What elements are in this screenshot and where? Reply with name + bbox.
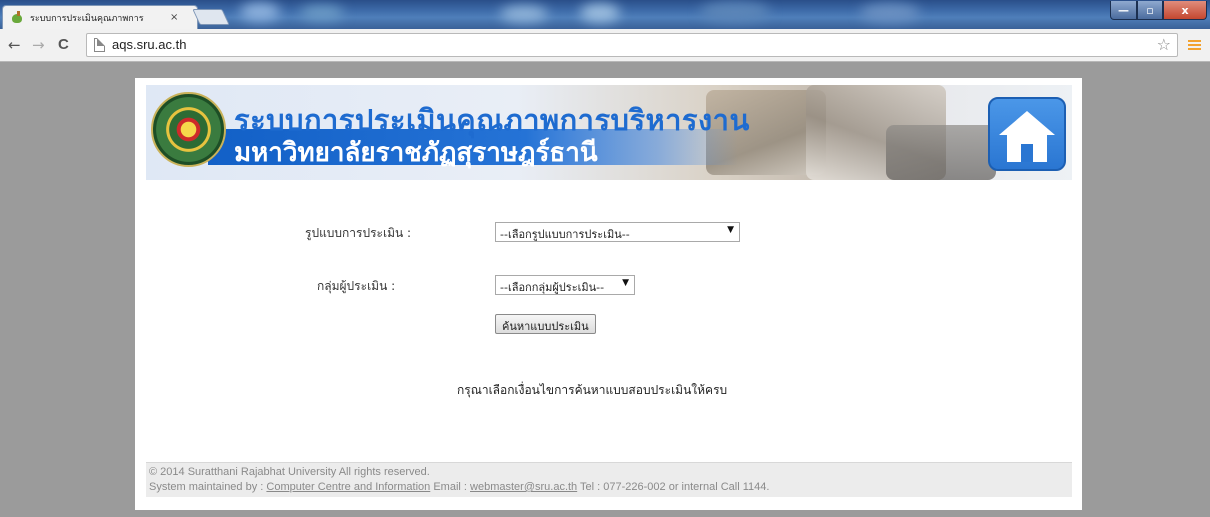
page-footer: © 2014 Suratthani Rajabhat University Al…: [146, 462, 1072, 497]
address-bar[interactable]: aqs.sru.ac.th ☆: [86, 33, 1178, 57]
titlebar-decoration: [240, 3, 280, 21]
tab-title: ระบบการประเมินคุณภาพการ: [30, 13, 144, 24]
email-label: Email :: [433, 481, 467, 493]
page-icon: [94, 38, 105, 52]
window-title-bar: ระบบการประเมินคุณภาพการ × — ▫ x: [0, 0, 1210, 29]
tab-close-icon[interactable]: ×: [170, 12, 178, 23]
forward-arrow-icon[interactable]: →: [32, 36, 45, 54]
maintained-by-label: System maintained by :: [149, 481, 264, 493]
copyright-text: © 2014 Suratthani Rajabhat University Al…: [149, 466, 430, 478]
maintainer-line: System maintained by : Computer Centre a…: [149, 480, 1069, 495]
home-icon: [999, 111, 1055, 135]
back-arrow-icon[interactable]: ←: [8, 36, 21, 54]
evaluator-group-value: --เลือกกลุ่มผู้ประเมิน--: [500, 281, 605, 294]
window-maximize-button[interactable]: ▫: [1137, 1, 1163, 20]
page-container: ระบบการประเมินคุณภาพการบริหารงาน มหาวิทย…: [135, 78, 1082, 510]
window-close-button[interactable]: x: [1163, 1, 1207, 20]
titlebar-decoration: [500, 6, 548, 22]
browser-menu-icon[interactable]: [1188, 40, 1201, 51]
evaluator-group-label: กลุ่มผู้ประเมิน :: [317, 279, 396, 293]
computer-centre-link[interactable]: Computer Centre and Information: [266, 481, 430, 493]
titlebar-decoration: [580, 4, 620, 22]
contact-text: Tel : 077-226-002 or internal Call 1144.: [580, 481, 770, 493]
titlebar-decoration: [300, 6, 344, 20]
evaluation-type-value: --เลือกรูปแบบการประเมิน--: [500, 228, 630, 241]
url-text[interactable]: aqs.sru.ac.th: [112, 37, 186, 52]
header-banner: ระบบการประเมินคุณภาพการบริหารงาน มหาวิทย…: [146, 85, 1072, 180]
titlebar-decoration: [700, 2, 770, 22]
bookmark-star-icon[interactable]: ☆: [1157, 35, 1171, 54]
banner-subtitle: มหาวิทยาลัยราชภัฏสุราษฎร์ธานี: [234, 138, 598, 168]
evaluation-type-select[interactable]: --เลือกรูปแบบการประเมิน-- ▼: [495, 222, 740, 242]
browser-tab[interactable]: ระบบการประเมินคุณภาพการ ×: [2, 5, 198, 29]
university-seal-logo: [151, 92, 226, 167]
evaluation-type-label: รูปแบบการประเมิน :: [305, 226, 412, 240]
home-button[interactable]: [988, 97, 1066, 171]
dropdown-arrow-icon: ▼: [727, 225, 734, 235]
webmaster-email-link[interactable]: webmaster@sru.ac.th: [470, 481, 577, 493]
search-notice: กรุณาเลือกเงื่อนไขการค้นหาแบบสอบประเมินใ…: [457, 383, 728, 397]
browser-toolbar: ← → C aqs.sru.ac.th ☆: [0, 29, 1210, 62]
dropdown-arrow-icon: ▼: [622, 278, 629, 288]
evaluator-group-select[interactable]: --เลือกกลุ่มผู้ประเมิน-- ▼: [495, 275, 635, 295]
new-tab-button[interactable]: [192, 9, 230, 25]
window-minimize-button[interactable]: —: [1110, 1, 1137, 20]
banner-photo: [886, 125, 996, 180]
reload-icon[interactable]: C: [58, 36, 69, 53]
titlebar-decoration: [860, 4, 920, 22]
search-evaluation-button[interactable]: ค้นหาแบบประเมิน: [495, 314, 596, 334]
page-viewport: ระบบการประเมินคุณภาพการบริหารงาน มหาวิทย…: [0, 63, 1210, 517]
site-favicon-icon: [11, 10, 25, 25]
